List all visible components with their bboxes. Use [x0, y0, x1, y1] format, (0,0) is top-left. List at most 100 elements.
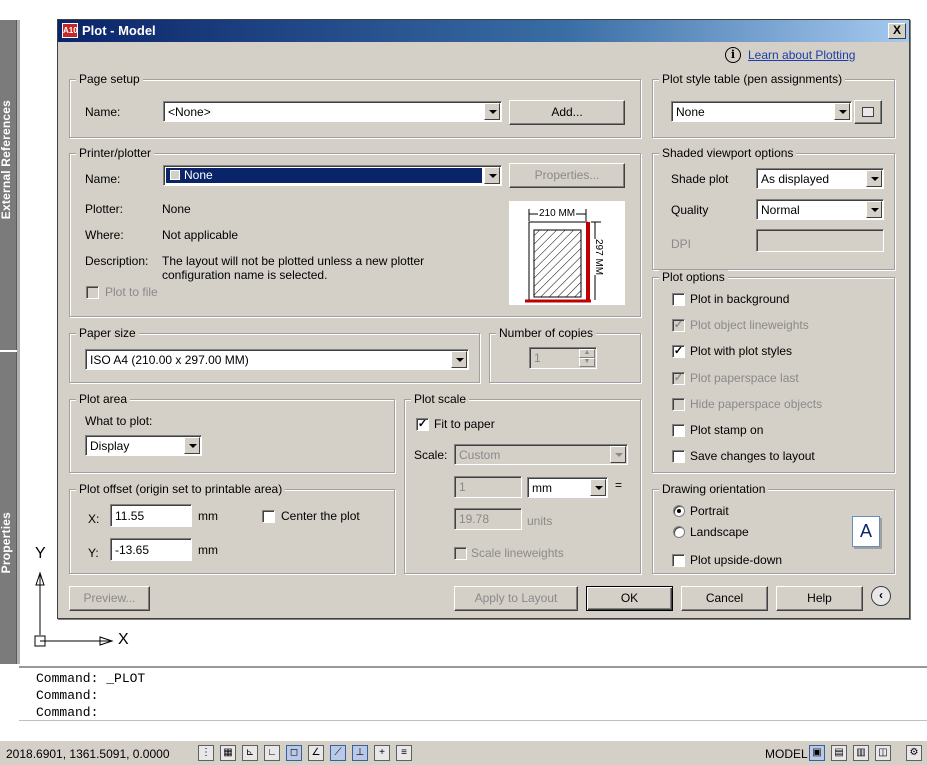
- scale-lineweights-checkbox[interactable]: [454, 547, 467, 560]
- copies-input[interactable]: 1 ▲ ▼: [529, 347, 597, 369]
- model-space-label[interactable]: MODEL: [765, 747, 808, 761]
- save-changes-checkbox[interactable]: [672, 450, 685, 463]
- offset-x-input[interactable]: 11.55: [110, 504, 192, 527]
- drawing-orientation-group: Drawing orientation Portrait Landscape P…: [652, 482, 895, 574]
- plot-in-background-checkbox[interactable]: [672, 293, 685, 306]
- landscape-radio[interactable]: [673, 526, 685, 538]
- what-to-plot-value: Display: [90, 439, 130, 453]
- polar-tracking-icon[interactable]: ◻: [286, 745, 302, 761]
- page-setup-name-label: Name:: [85, 105, 121, 119]
- scale-unit-select[interactable]: mm: [527, 477, 608, 498]
- plot-to-file-checkbox[interactable]: [86, 286, 99, 299]
- snap-mode-icon[interactable]: ▦: [220, 745, 236, 761]
- scale-select[interactable]: Custom: [454, 444, 628, 465]
- plot-options-title: Plot options: [659, 270, 728, 284]
- ucs-x-label: X: [118, 631, 129, 648]
- copies-down-icon[interactable]: ▼: [579, 358, 595, 367]
- shaded-viewport-title: Shaded viewport options: [659, 146, 797, 160]
- external-references-palette[interactable]: External References: [0, 20, 17, 350]
- quality-select[interactable]: Normal: [756, 199, 884, 220]
- plot-style-select[interactable]: None: [671, 101, 852, 122]
- plot-scale-group: Plot scale ✓ Fit to paper Scale: Custom …: [404, 392, 641, 574]
- chevron-down-icon[interactable]: [484, 103, 500, 120]
- quick-view-drawings-icon[interactable]: ▥: [853, 745, 869, 761]
- chevron-down-icon[interactable]: [184, 437, 200, 454]
- chevron-down-icon[interactable]: [866, 201, 882, 218]
- chevron-down-icon[interactable]: [610, 446, 626, 463]
- printer-name-select[interactable]: None: [163, 165, 502, 186]
- number-of-copies-title: Number of copies: [496, 326, 597, 340]
- add-page-setup-button[interactable]: Add...: [509, 100, 625, 125]
- what-to-plot-select[interactable]: Display: [85, 435, 202, 456]
- plot-paperspace-last-label: Plot paperspace last: [690, 371, 799, 385]
- copies-up-icon[interactable]: ▲: [579, 349, 595, 358]
- fit-to-paper-label: Fit to paper: [434, 417, 495, 431]
- drawing-orientation-title: Drawing orientation: [659, 482, 769, 496]
- lineweight-icon[interactable]: ≡: [396, 745, 412, 761]
- close-button[interactable]: X: [888, 23, 906, 39]
- offset-y-label: Y:: [88, 546, 99, 560]
- scale-denominator-value: 19.78: [459, 512, 490, 526]
- ucs-y-label: Y: [35, 545, 46, 562]
- plot-style-value: None: [676, 105, 705, 119]
- palette-divider: [17, 20, 20, 664]
- paper-size-select[interactable]: ISO A4 (210.00 x 297.00 MM): [85, 349, 469, 370]
- plot-offset-group: Plot offset (origin set to printable are…: [69, 482, 395, 574]
- pan-icon[interactable]: ◫: [875, 745, 891, 761]
- cancel-button[interactable]: Cancel: [681, 586, 768, 611]
- plot-with-plot-styles-label: Plot with plot styles: [690, 344, 793, 358]
- plot-object-lineweights-checkbox[interactable]: ✓: [672, 319, 685, 332]
- offset-y-input[interactable]: -13.65: [110, 538, 192, 561]
- center-plot-checkbox[interactable]: [262, 510, 275, 523]
- plot-upside-down-checkbox[interactable]: [672, 554, 685, 567]
- shade-plot-label: Shade plot: [671, 172, 729, 186]
- apply-to-layout-button[interactable]: Apply to Layout: [454, 586, 578, 611]
- ok-button[interactable]: OK: [586, 586, 673, 611]
- number-of-copies-group: Number of copies 1 ▲ ▼: [489, 326, 641, 383]
- page-setup-title: Page setup: [76, 72, 143, 86]
- plot-dialog: A10 Plot - Model X i Learn about Plottin…: [57, 19, 910, 619]
- allow-ucs-icon[interactable]: ⊥: [352, 745, 368, 761]
- printer-properties-button[interactable]: Properties...: [509, 163, 625, 188]
- plot-area-title: Plot area: [76, 392, 131, 406]
- chevron-down-icon[interactable]: [590, 479, 606, 496]
- model-layout-icon[interactable]: ▣: [809, 745, 825, 761]
- learn-about-plotting-link[interactable]: Learn about Plotting: [748, 48, 855, 62]
- plot-with-plot-styles-checkbox[interactable]: ✓: [672, 345, 685, 358]
- scale-numerator-input[interactable]: 1: [454, 476, 522, 498]
- grid-display-icon[interactable]: ⊾: [242, 745, 258, 761]
- workspace-switching-icon[interactable]: ⚙: [906, 745, 922, 761]
- fit-to-paper-checkbox[interactable]: ✓: [416, 418, 429, 431]
- scale-denominator-input[interactable]: 19.78: [454, 508, 522, 530]
- chevron-down-icon[interactable]: [451, 351, 467, 368]
- dpi-input[interactable]: [756, 229, 884, 252]
- help-button[interactable]: Help: [776, 586, 863, 611]
- expand-less-icon[interactable]: ‹: [871, 586, 891, 606]
- portrait-radio[interactable]: [673, 505, 685, 517]
- preview-button[interactable]: Preview...: [69, 586, 150, 611]
- edit-plot-style-button[interactable]: [854, 100, 882, 124]
- dialog-titlebar[interactable]: A10 Plot - Model X: [58, 20, 909, 42]
- quick-view-layouts-icon[interactable]: ▤: [831, 745, 847, 761]
- plot-paperspace-last-checkbox[interactable]: ✓: [672, 372, 685, 385]
- chevron-down-icon[interactable]: [866, 170, 882, 187]
- plot-stamp-on-checkbox[interactable]: [672, 424, 685, 437]
- object-snap-icon[interactable]: ∠: [308, 745, 324, 761]
- properties-palette[interactable]: Properties: [0, 352, 17, 664]
- chevron-down-icon[interactable]: [484, 167, 500, 184]
- chevron-down-icon[interactable]: [834, 103, 850, 120]
- shade-plot-select[interactable]: As displayed: [756, 168, 884, 189]
- page-setup-group: Page setup Name: <None> Add...: [69, 72, 641, 138]
- infer-constraints-icon[interactable]: ⋮: [198, 745, 214, 761]
- ortho-mode-icon[interactable]: ∟: [264, 745, 280, 761]
- hide-paperspace-objects-checkbox[interactable]: [672, 398, 685, 411]
- scale-unit-value: mm: [532, 481, 552, 495]
- autocad-logo-icon: A10: [62, 23, 78, 38]
- page-setup-name-select[interactable]: <None>: [163, 101, 502, 122]
- command-line[interactable]: Command: _PLOT Command: Command:: [19, 666, 927, 740]
- shaded-viewport-group: Shaded viewport options Shade plot As di…: [652, 146, 895, 270]
- dynamic-input-icon[interactable]: +: [374, 745, 390, 761]
- command-input-divider: [19, 720, 927, 721]
- object-snap-tracking-icon[interactable]: ⟋: [330, 745, 346, 761]
- offset-x-unit: mm: [198, 509, 218, 523]
